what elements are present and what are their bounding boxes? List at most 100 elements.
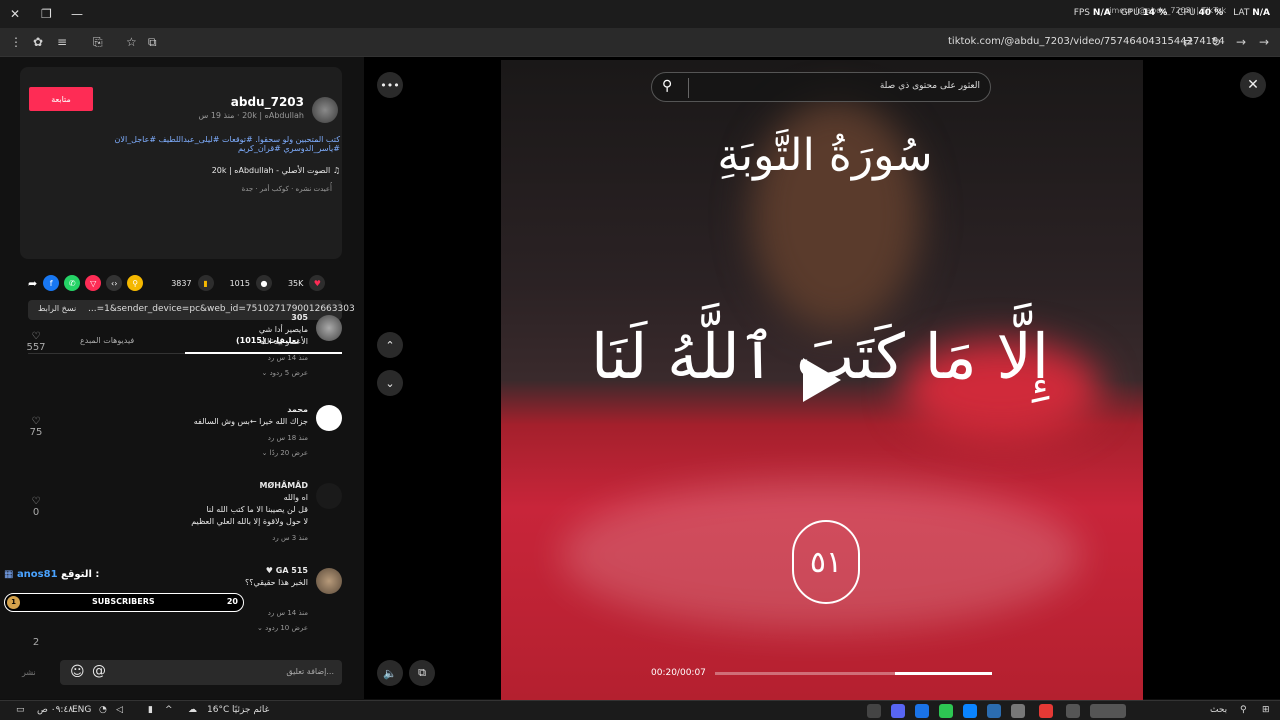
comment-like[interactable]: 2 [24,637,48,648]
file-explorer-icon[interactable] [1011,704,1025,718]
sub-label: SUBSCRIBERS [92,597,155,606]
app-red-icon[interactable] [1039,704,1053,718]
app-blue-icon[interactable] [987,704,1001,718]
view-replies-button[interactable]: عرض 10 ردود [265,624,308,632]
comment-icon[interactable]: ● [255,275,272,291]
commenter-name[interactable]: 305 [38,312,308,324]
caption-hashtags[interactable]: كتب المتحبين ولو سحقوا. #توقعات #ليلى_عب… [40,135,340,144]
post-button[interactable]: نشر [22,668,36,677]
comment-input-box[interactable]: ☺ @ إضافة تعليق... [60,660,342,685]
reply-button[interactable]: رد [268,354,275,362]
language-indicator[interactable]: ENG [72,705,91,715]
play-icon[interactable] [803,358,841,402]
heart-outline-icon[interactable]: ♡ [24,496,48,507]
minimize-window-icon[interactable]: — [71,7,83,21]
weather-label[interactable]: غائم جزئيًا [232,705,269,715]
commenter-name[interactable]: محمد [38,404,308,416]
menu-icon[interactable]: ⋮ [10,35,22,49]
address-bar: ⋮ ✿ ≡ ⎘ ☆ ⧉ tiktok.com/@abdu_7203/video/… [0,28,1280,57]
caption-hashtags-2[interactable]: #ياسر_الدوسري #قران_كريم [40,144,340,153]
comment-time: منذ 3 س [280,534,308,542]
commenter-avatar[interactable] [316,483,342,509]
post-info-card: متابعة abdu_7203 Abdullahه | 20k · منذ 1… [20,67,342,259]
heart-outline-icon[interactable]: ♡ [24,416,48,427]
search-icon[interactable]: ⚲ [662,78,672,94]
reply-button[interactable]: رد [268,434,275,442]
pip-icon[interactable]: ⧉ [409,660,435,686]
widget-icon[interactable] [1090,704,1126,718]
link-icon[interactable]: ⚲ [127,275,144,291]
comment-like[interactable]: ♡ 0 [24,496,48,518]
forward-icon[interactable]: → [1236,35,1246,49]
view-replies-button[interactable]: عرض 20 ردًا [270,449,308,457]
chrome-icon[interactable] [915,704,929,718]
author-avatar[interactable] [312,97,338,123]
next-video-icon[interactable]: ⌄ [377,370,403,396]
subscribers-bar: 1 SUBSCRIBERS 20 [4,593,244,612]
mention-icon[interactable]: @ [92,663,106,679]
share-arrow-icon[interactable]: ➦ [28,277,37,290]
close-video-icon[interactable]: ✕ [1240,72,1266,98]
reload-icon[interactable]: ↻ [1211,35,1221,49]
surah-title: سُورَةُ التَّوبَةِ [717,130,933,181]
heart-outline-icon[interactable]: ♡ [24,331,48,342]
commenter-name[interactable]: MØHÂMÂD [38,480,308,492]
comment-like[interactable]: ♡ 75 [24,416,48,438]
related-search-bar[interactable]: ⚲ العثور على محتوى ذي صلة [651,72,991,102]
mic-icon[interactable]: ▮ [148,705,153,715]
restore-window-icon[interactable]: ❐ [41,7,52,21]
reply-button[interactable]: رد [272,534,279,542]
discord-icon[interactable] [891,704,905,718]
embed-icon[interactable]: ‹› [106,275,123,291]
predict-user: anos81 [16,569,58,580]
follow-button[interactable]: متابعة [29,87,93,111]
telegram-icon[interactable]: ▽ [85,275,102,291]
commenter-avatar[interactable] [316,315,342,341]
commenter-avatar[interactable] [316,568,342,594]
speaker-icon[interactable]: ◁ [116,705,123,715]
comment-like-count: 557 [26,342,46,353]
tray-expand-icon[interactable]: ^ [165,705,173,715]
comment-like[interactable]: ♡ 557 [24,331,48,353]
start-icon[interactable]: ⊞ [1262,705,1270,715]
heart-icon[interactable]: ♥ [309,275,326,291]
share-icon[interactable]: ⎘ [93,35,103,50]
bookmark-icon[interactable]: ▮ [197,275,214,291]
bookmark-star-icon[interactable]: ☆ [126,35,137,49]
facebook-icon[interactable]: f [43,275,60,291]
emoji-icon[interactable]: ☺ [70,664,85,680]
sound-info[interactable]: ♫ الصوت الأصلي - Abdullahه | 20k [212,166,340,175]
author-username[interactable]: abdu_7203 [231,95,304,109]
close-window-icon[interactable]: ✕ [10,7,20,21]
comment-input[interactable]: إضافة تعليق... [286,667,334,676]
show-desktop-icon[interactable]: ▭ [16,705,25,715]
back-icon[interactable]: → [1259,35,1269,49]
reply-button[interactable]: رد [268,609,275,617]
app-green-icon[interactable] [939,704,953,718]
extensions-icon[interactable]: ✿ [33,35,43,49]
previous-video-icon[interactable]: ⌃ [377,332,403,358]
comment-time: منذ 14 س [276,609,308,617]
edge-icon[interactable] [963,704,977,718]
sub-right-count: 20 [226,597,238,606]
post-caption: كتب المتحبين ولو سحقوا. #توقعات #ليلى_عب… [40,135,340,153]
task-view-icon[interactable] [1066,704,1080,718]
volume-icon[interactable]: 🔈 [377,660,403,686]
settings-icon[interactable]: ≡ [57,35,67,49]
site-settings-icon[interactable]: ⇄ [1183,35,1193,49]
search-input[interactable]: العثور على محتوى ذي صلة [880,81,980,91]
commenter-avatar[interactable] [316,405,342,431]
view-replies-button[interactable]: عرض 5 ردود [270,369,308,377]
wifi-icon[interactable]: ◔ [99,705,107,715]
screenshot-icon[interactable]: ⧉ [148,35,157,50]
comment-text: اه والله [283,493,308,502]
weather-temp[interactable]: 16°C [207,705,229,715]
clock: ٠٩:٤٨ ص [37,705,74,715]
taskbar-search[interactable]: بحث [1210,705,1227,715]
whatsapp-icon[interactable]: ✆ [64,275,81,291]
search-icon[interactable]: ⚲ [1240,705,1247,715]
app-settings-icon[interactable] [867,704,881,718]
more-options-icon[interactable]: ••• [377,72,403,98]
action-row: ➦ f ✆ ▽ ‹› ⚲ 3837 ▮ 1015 ● 35K ♥ [28,272,342,294]
video-progress-bar[interactable] [715,672,992,675]
